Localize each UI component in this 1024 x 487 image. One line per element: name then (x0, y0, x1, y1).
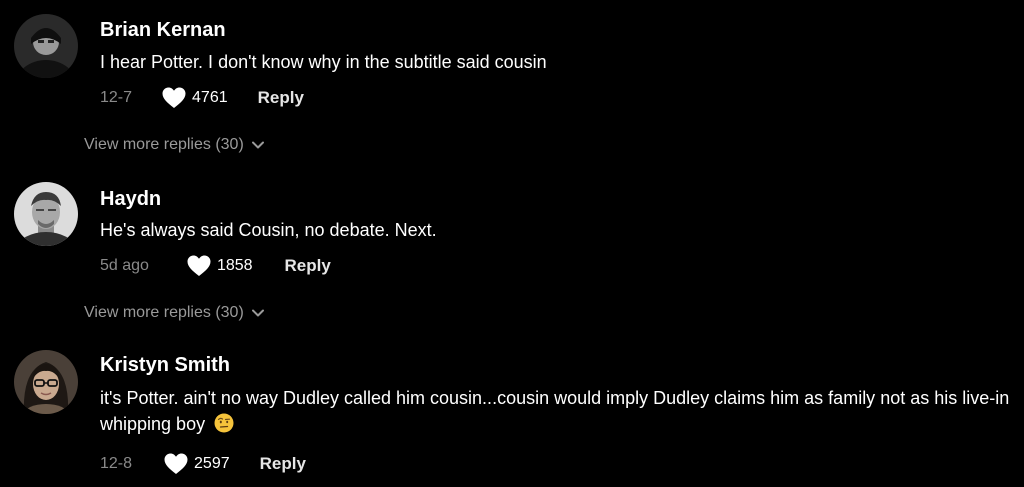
comment-meta: 12-7 4761 Reply (100, 86, 304, 110)
like-button[interactable]: 2597 (164, 453, 230, 475)
avatar-man-photo-icon (14, 182, 78, 246)
comment-date: 12-7 (100, 89, 133, 106)
avatar[interactable] (14, 350, 78, 414)
reply-button[interactable]: Reply (260, 454, 306, 474)
comment-text: it's Potter. ain't no way Dudley called … (100, 385, 1015, 437)
like-count: 2597 (194, 455, 230, 472)
like-button[interactable]: 4761 (162, 87, 228, 109)
comment-author[interactable]: Brian Kernan (100, 18, 226, 42)
comment-text: I hear Potter. I don't know why in the s… (100, 52, 547, 72)
view-more-replies-button[interactable]: View more replies (30) (84, 136, 264, 154)
chevron-down-icon (251, 141, 264, 149)
avatar[interactable] (14, 14, 78, 78)
comment-meta: 12-8 2597 Reply (100, 452, 306, 476)
face-with-raised-eyebrow-emoji-icon (214, 413, 234, 433)
like-count: 1858 (216, 257, 253, 274)
reply-button[interactable]: Reply (285, 256, 331, 276)
avatar-dark-hooded-person-icon (14, 14, 78, 78)
comment-item: Brian Kernan I hear Potter. I don't know… (0, 0, 1024, 170)
avatar-woman-glasses-photo-icon (14, 350, 78, 414)
comment-item: Haydn He's always said Cousin, no debate… (0, 170, 1024, 340)
like-button[interactable]: 1858 (187, 255, 253, 277)
view-more-label: View more replies (30) (84, 136, 244, 153)
comment-text: He's always said Cousin, no debate. Next… (100, 220, 437, 240)
comment-item: Kristyn Smith it's Potter. ain't no way … (0, 340, 1024, 487)
comment-author[interactable]: Haydn (100, 187, 161, 211)
avatar[interactable] (14, 182, 78, 246)
heart-icon (187, 255, 211, 276)
view-more-label: View more replies (30) (84, 304, 244, 321)
comment-meta: 5d ago 1858 Reply (100, 254, 331, 278)
comment-text-content: it's Potter. ain't no way Dudley called … (100, 388, 1010, 434)
chevron-down-icon (251, 309, 264, 317)
comment-date: 12-8 (100, 455, 133, 472)
reply-button[interactable]: Reply (258, 88, 304, 108)
view-more-replies-button[interactable]: View more replies (30) (84, 304, 264, 322)
heart-icon (164, 453, 188, 474)
heart-icon (162, 87, 186, 108)
like-count: 4761 (192, 89, 228, 106)
comment-author[interactable]: Kristyn Smith (100, 353, 230, 377)
comment-date: 5d ago (100, 257, 149, 274)
